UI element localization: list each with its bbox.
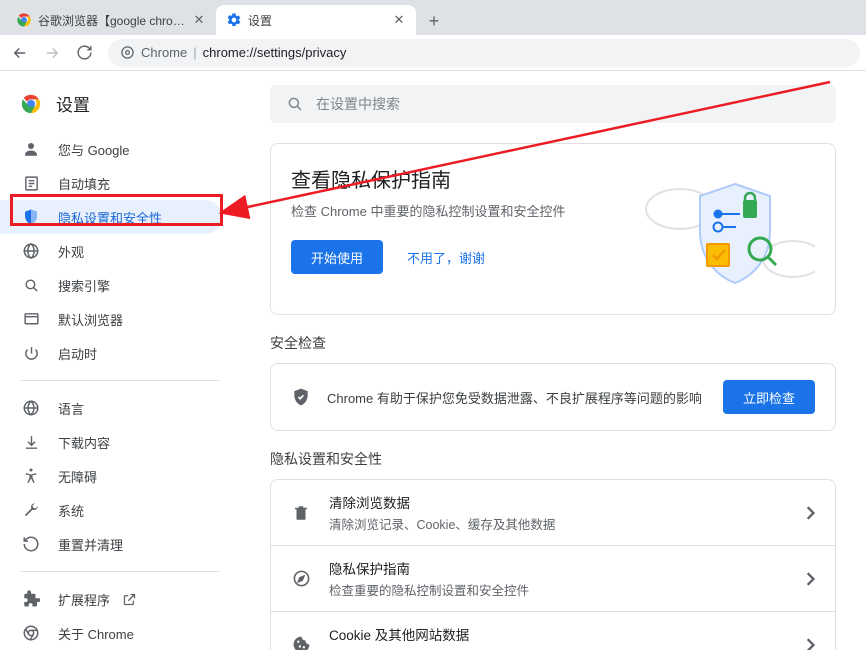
sidebar-item-downloads[interactable]: 下载内容 [0,425,222,459]
safety-check-card: Chrome 有助于保护您免受数据泄露、不良扩展程序等问题的影响 立即检查 [270,363,836,431]
privacy-settings-list: 清除浏览数据 清除浏览记录、Cookie、缓存及其他数据 隐私保护指南 检查重要… [270,479,836,650]
sidebar-item-label: 重置并清理 [58,535,123,554]
back-button[interactable] [6,39,34,67]
privacy-section-label: 隐私设置和安全性 [270,449,836,469]
row-title: 隐私保护指南 [329,558,787,578]
browser-icon [22,310,40,328]
sidebar-item-search-engine[interactable]: 搜索引擎 [0,268,222,302]
close-icon[interactable]: ✕ [392,13,406,27]
row-title: Cookie 及其他网站数据 [329,624,787,644]
globe-icon [22,399,40,417]
cookie-icon [291,635,311,650]
reload-button[interactable] [70,39,98,67]
sidebar-item-label: 搜索引擎 [58,276,110,295]
sidebar-item-label: 下载内容 [58,433,110,452]
sidebar-item-accessibility[interactable]: 无障碍 [0,459,222,493]
forward-button[interactable] [38,39,66,67]
sidebar-item-label: 启动时 [58,344,97,363]
chrome-logo-icon [20,93,42,115]
search-icon [22,276,40,294]
sidebar-item-default-browser[interactable]: 默认浏览器 [0,302,222,336]
address-separator: | [193,45,196,60]
chrome-scheme-icon [120,45,135,60]
browser-tab-1[interactable]: 谷歌浏览器【google chrome】 ✕ [6,5,216,35]
settings-main: 在设置中搜索 查看隐私保护指南 检查 Chrome 中重要的隐私控制设置和安全控… [240,71,866,650]
external-link-icon [122,592,137,607]
sidebar-header: 设置 [0,83,240,132]
guide-illustration [645,164,815,294]
sidebar-item-label: 系统 [58,501,84,520]
sidebar-item-about-chrome[interactable]: 关于 Chrome [0,616,240,650]
sidebar-item-label: 扩展程序 [58,590,110,609]
toolbar: Chrome | chrome://settings/privacy [0,35,866,71]
sidebar-item-label: 外观 [58,242,84,261]
row-privacy-guide[interactable]: 隐私保护指南 检查重要的隐私控制设置和安全控件 [271,546,835,612]
tab-bar: 谷歌浏览器【google chrome】 ✕ 设置 ✕ + [0,0,866,35]
download-icon [22,433,40,451]
reset-icon [22,535,40,553]
close-icon[interactable]: ✕ [192,13,206,27]
row-cookies[interactable]: Cookie 及其他网站数据 已阻止无痕模式下的第三方 Cookie [271,612,835,650]
dismiss-guide-button[interactable]: 不用了，谢谢 [393,240,499,274]
autofill-icon [22,174,40,192]
sidebar-item-label: 语言 [58,399,84,418]
safety-check-section-label: 安全检查 [270,333,836,353]
chevron-right-icon [805,638,815,650]
wrench-icon [22,501,40,519]
sidebar-item-label: 默认浏览器 [58,310,123,329]
settings-favicon-icon [226,12,242,28]
search-placeholder: 在设置中搜索 [316,94,400,114]
sidebar-item-label: 关于 Chrome [58,624,134,643]
sidebar-item-reset[interactable]: 重置并清理 [0,527,222,561]
chrome-outline-icon [22,624,40,642]
sidebar-item-system[interactable]: 系统 [0,493,222,527]
sidebar-divider [20,380,220,381]
sidebar-item-label: 自动填充 [58,174,110,193]
sidebar-title: 设置 [56,91,90,116]
sidebar-divider [20,571,220,572]
trash-icon [291,503,311,523]
row-clear-browsing-data[interactable]: 清除浏览数据 清除浏览记录、Cookie、缓存及其他数据 [271,480,835,546]
sidebar-item-languages[interactable]: 语言 [0,391,222,425]
annotation-highlight-box [10,194,223,226]
sidebar-item-label: 无障碍 [58,467,97,486]
settings-search-input[interactable]: 在设置中搜索 [270,85,836,123]
browser-tab-2[interactable]: 设置 ✕ [216,5,416,35]
settings-sidebar: 设置 您与 Google 自动填充 隐私设置和安全性 外观 搜索引擎 默认浏览器 [0,71,240,650]
palette-icon [22,242,40,260]
chevron-right-icon [805,572,815,586]
privacy-guide-card: 查看隐私保护指南 检查 Chrome 中重要的隐私控制设置和安全控件 开始使用 … [270,143,836,315]
sidebar-item-extensions[interactable]: 扩展程序 [0,582,240,616]
address-url-text: chrome://settings/privacy [203,45,347,60]
compass-icon [291,569,311,589]
safety-check-text: Chrome 有助于保护您免受数据泄露、不良扩展程序等问题的影响 [327,388,707,407]
new-tab-button[interactable]: + [420,7,448,35]
address-bar[interactable]: Chrome | chrome://settings/privacy [108,39,860,67]
guide-title: 查看隐私保护指南 [291,164,645,193]
run-safety-check-button[interactable]: 立即检查 [723,380,815,414]
address-scheme-label: Chrome [141,45,187,60]
person-icon [22,140,40,158]
row-subtitle: 清除浏览记录、Cookie、缓存及其他数据 [329,514,787,533]
sidebar-item-appearance[interactable]: 外观 [0,234,222,268]
guide-subtitle: 检查 Chrome 中重要的隐私控制设置和安全控件 [291,201,645,220]
power-icon [22,344,40,362]
tab-title: 设置 [248,12,386,29]
tab-title: 谷歌浏览器【google chrome】 [38,12,186,29]
extension-icon [22,590,40,608]
row-subtitle: 检查重要的隐私控制设置和安全控件 [329,580,787,599]
search-icon [286,95,304,113]
sidebar-item-you-and-google[interactable]: 您与 Google [0,132,222,166]
chrome-favicon-icon [16,12,32,28]
row-title: 清除浏览数据 [329,492,787,512]
chevron-right-icon [805,506,815,520]
sidebar-item-on-startup[interactable]: 启动时 [0,336,222,370]
accessibility-icon [22,467,40,485]
shield-check-icon [291,387,311,407]
sidebar-item-label: 您与 Google [58,140,130,159]
start-guide-button[interactable]: 开始使用 [291,240,383,274]
row-subtitle: 已阻止无痕模式下的第三方 Cookie [329,646,787,650]
